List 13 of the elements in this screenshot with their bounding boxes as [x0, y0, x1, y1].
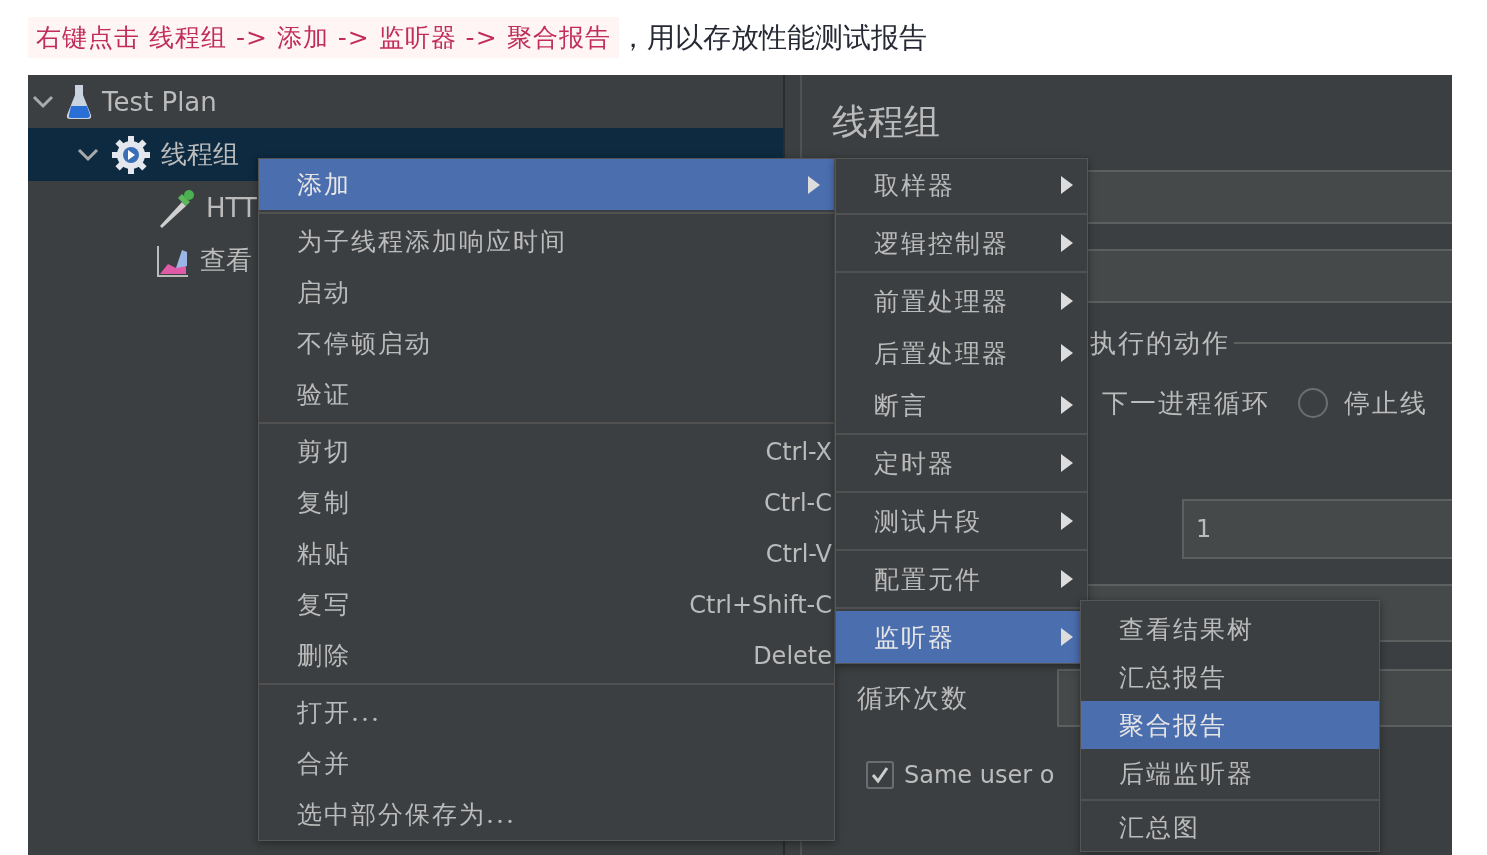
shortcut-label: Ctrl-X — [765, 437, 833, 466]
panel-title: 线程组 — [831, 100, 941, 144]
radio-label: 下一进程循环 — [1102, 386, 1270, 420]
radio-label: 停止线 — [1344, 386, 1428, 420]
caption-text: ，用以存放性能测试报告 — [618, 19, 927, 56]
group-label: 执行的动作 — [1090, 326, 1230, 360]
shortcut-label: Delete — [753, 641, 833, 670]
shortcut-label: Ctrl-C — [763, 488, 833, 517]
shortcut-label: Ctrl-V — [765, 539, 833, 568]
code-snippet: 右键点击 线程组 -> 添加 -> 监听器 -> 聚合报告 — [28, 17, 619, 58]
field-label: 循环次数 — [857, 681, 970, 715]
checkbox-label: Same user o — [904, 761, 1055, 789]
shortcut-label: Ctrl+Shift-C — [689, 590, 833, 619]
